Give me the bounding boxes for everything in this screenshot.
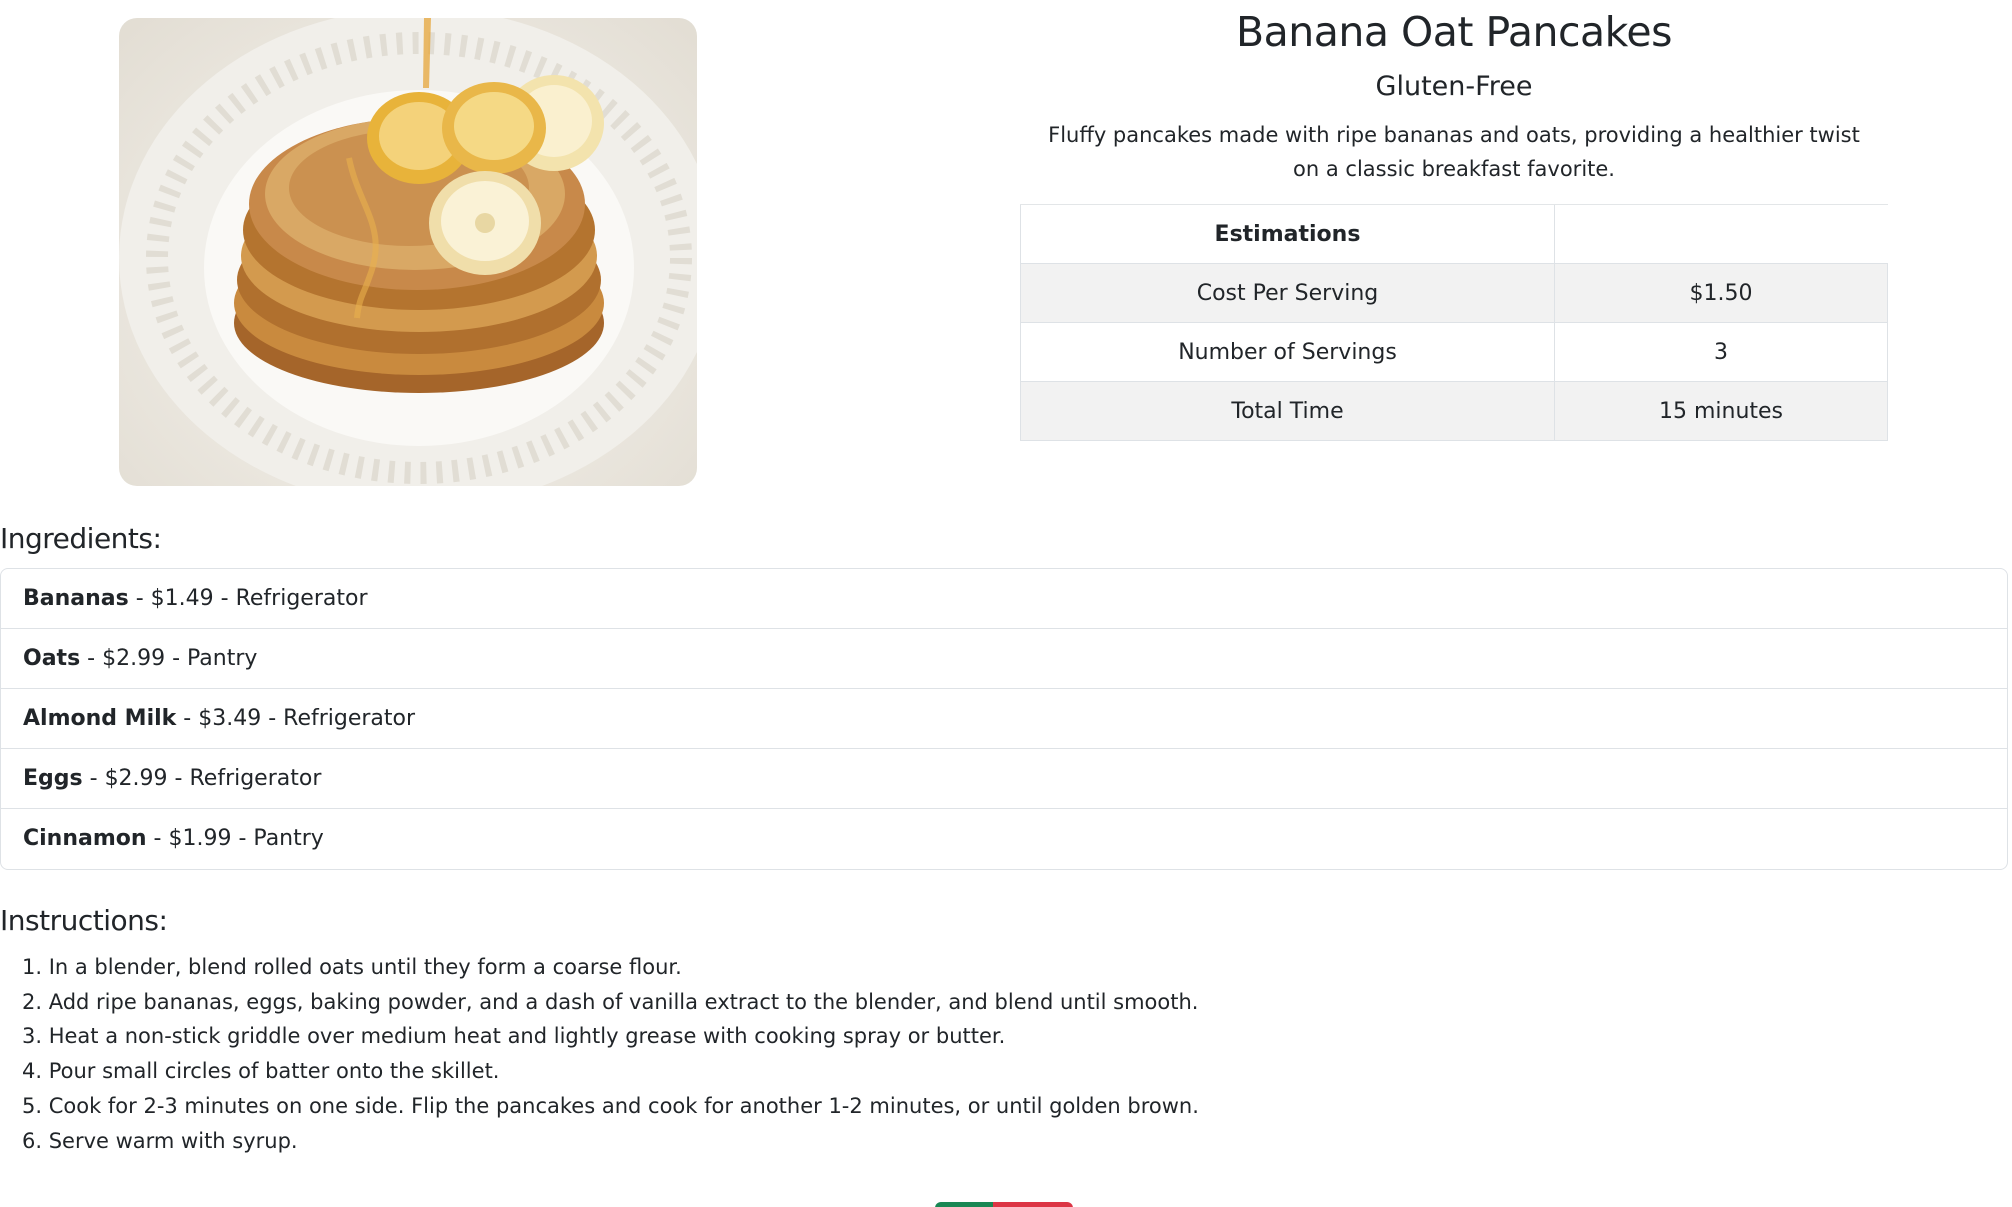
pancake-illustration [119,18,697,486]
estimation-value: 3 [1554,322,1888,382]
ingredient-name: Cinnamon [23,826,147,851]
instruction-step: 5. Cook for 2-3 minutes on one side. Fli… [22,1093,1199,1118]
list-item: Bananas - $1.49 - Refrigerator [1,569,2007,629]
table-row: Cost Per Serving $1.50 [1020,263,1888,323]
table-row: Number of Servings 3 [1020,322,1888,382]
instructions-heading: Instructions: [0,904,168,937]
ingredient-price: $2.99 [102,646,166,671]
ingredient-location: Pantry [253,826,324,851]
list-item: Almond Milk - $3.49 - Refrigerator [1,689,2007,749]
instruction-step: 1. In a blender, blend rolled oats until… [22,955,682,979]
instructions-list: 1. In a blender, blend rolled oats until… [22,950,1199,1158]
estimation-label: Total Time [1020,381,1555,441]
table-row: Total Time 15 minutes [1020,381,1888,441]
delete-button[interactable] [993,1202,1073,1207]
instruction-step: 6. Serve warm with syrup. [22,1128,298,1153]
ingredient-location: Refrigerator [283,706,416,731]
instruction-step: 3. Heat a non-stick griddle over medium … [22,1024,1006,1049]
ingredients-heading: Ingredients: [0,522,162,555]
ingredient-location: Refrigerator [235,586,368,611]
estimations-header: Estimations [1020,204,1555,264]
ingredient-name: Oats [23,646,81,671]
estimation-value: $1.50 [1554,263,1888,323]
list-item: Cinnamon - $1.99 - Pantry [23,826,324,851]
recipe-actions [935,1202,1073,1207]
ingredient-price: $3.49 [198,706,262,731]
instruction-step: 4. Pour small circles of batter onto the… [22,1059,500,1084]
recipe-title: Banana Oat Pancakes [1235,8,1673,56]
estimations-header-value [1554,204,1888,264]
recipe-image [119,18,697,486]
estimations-table: Estimations Cost Per Serving $1.50 Numbe… [1020,204,1888,441]
list-item: Oats - $2.99 - Pantry [1,629,2007,689]
recipe-summary: Banana Oat Pancakes Gluten-Free Fluffy p… [1020,8,1888,186]
estimation-label: Number of Servings [1020,322,1555,382]
edit-button[interactable] [935,1202,993,1207]
estimation-label: Cost Per Serving [1020,263,1555,323]
ingredient-price: $2.99 [104,766,168,791]
estimation-value: 15 minutes [1554,381,1888,441]
ingredient-name: Eggs [23,766,83,791]
ingredient-price: $1.49 [150,586,214,611]
ingredient-name: Bananas [23,586,129,611]
ingredient-price: $1.99 [168,826,232,851]
ingredient-name: Almond Milk [23,706,177,731]
list-item: Eggs - $2.99 - Refrigerator [1,749,2007,809]
instruction-step: 2. Add ripe bananas, eggs, baking powder… [22,989,1199,1014]
ingredients-list: Bananas - $1.49 - Refrigerator Oats - $2… [0,568,2008,870]
ingredient-location: Pantry [187,646,258,671]
ingredient-location: Refrigerator [189,766,322,791]
recipe-description: Fluffy pancakes made with ripe bananas a… [1048,123,1860,182]
recipe-tag: Gluten-Free [1375,71,1533,103]
recipe-page: Banana Oat Pancakes Gluten-Free Fluffy p… [0,0,2012,1207]
estimations-header-row: Estimations [1020,204,1888,264]
